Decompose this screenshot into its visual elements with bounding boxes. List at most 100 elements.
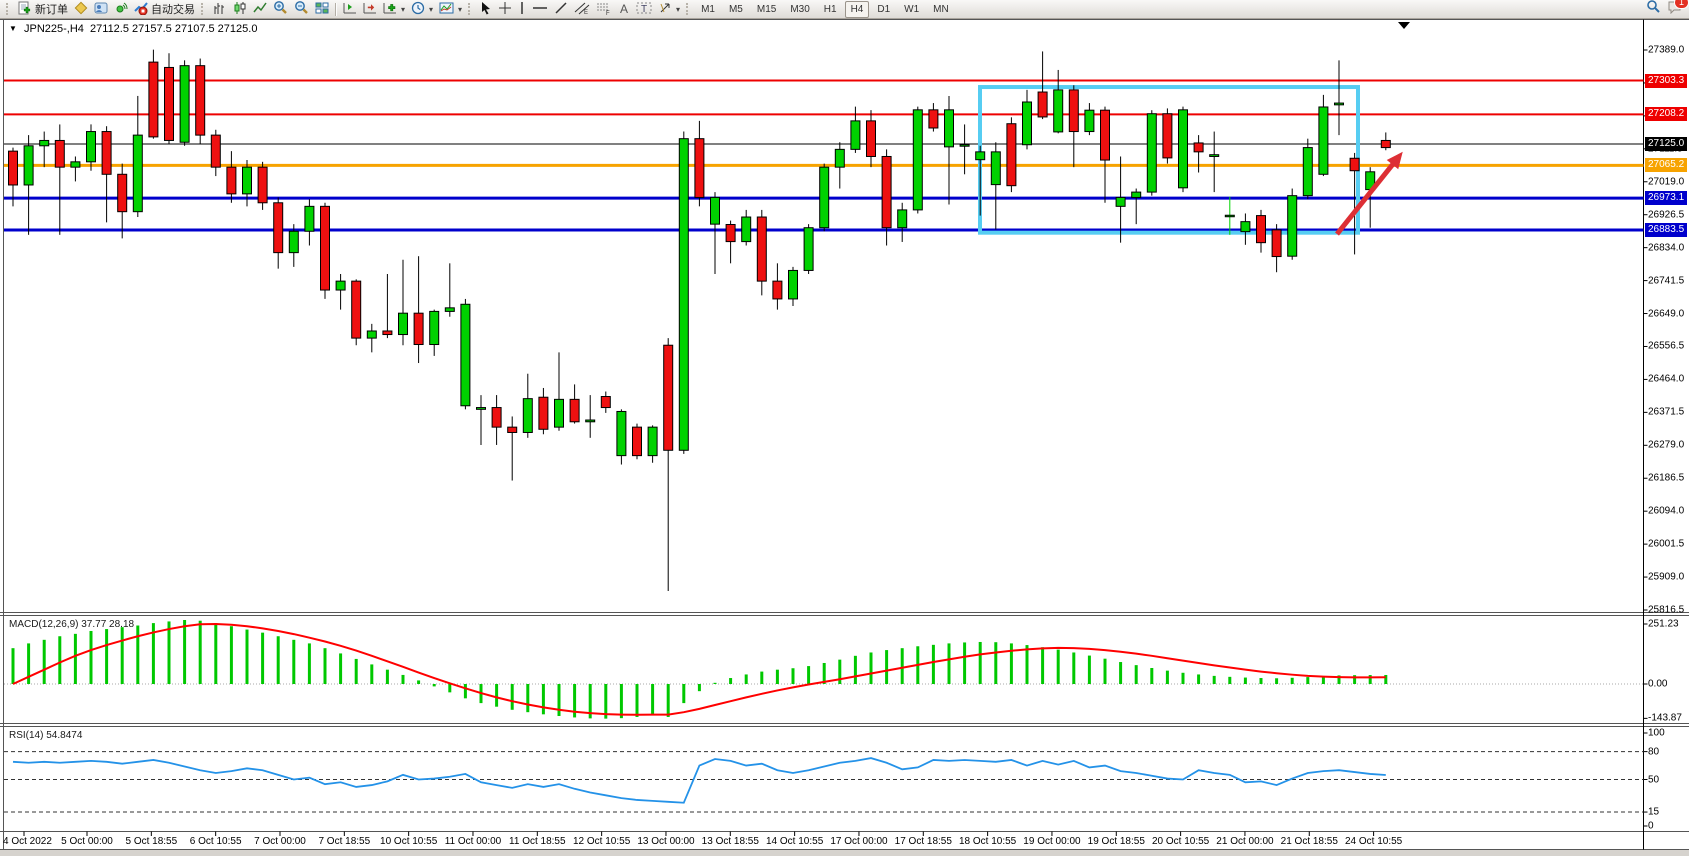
- time-axis-label: 24 Oct 10:55: [1345, 836, 1402, 847]
- candlestick-icon: [233, 1, 247, 18]
- collapse-triangle-icon[interactable]: ▼: [9, 24, 17, 33]
- market-watch-button[interactable]: [71, 1, 91, 18]
- signal-icon: [114, 1, 128, 18]
- auto-scroll-button[interactable]: [340, 1, 360, 18]
- time-axis-label: 18 Oct 10:55: [959, 836, 1016, 847]
- price-tick-label: 26371.5: [1648, 407, 1684, 418]
- price-tick-label: 26186.5: [1648, 473, 1684, 484]
- price-tick-label: 27389.0: [1648, 45, 1684, 56]
- svg-text:F: F: [606, 11, 610, 15]
- dropdown-caret-icon: ▾: [676, 5, 680, 14]
- time-axis-label: 19 Oct 00:00: [1023, 836, 1080, 847]
- time-axis-label: 12 Oct 10:55: [573, 836, 630, 847]
- main-toolbar: 新订单 自动交易: [0, 0, 1689, 19]
- signals-button[interactable]: [111, 1, 131, 18]
- tile-windows-icon: [315, 1, 329, 18]
- vertical-line-tool-button[interactable]: [515, 1, 529, 18]
- trendline-tool-button[interactable]: [551, 1, 571, 18]
- macd-tick-label: 0.00: [1648, 679, 1667, 690]
- add-indicator-icon: [383, 1, 397, 18]
- time-axis-label: 13 Oct 18:55: [702, 836, 759, 847]
- timeframe-button-m5[interactable]: M5: [723, 1, 749, 18]
- auto-trading-icon: [134, 1, 148, 18]
- text-tool-button[interactable]: A: [615, 1, 633, 18]
- timeframe-button-w1[interactable]: W1: [898, 1, 925, 18]
- shapes-arrows-icon: [658, 1, 672, 18]
- time-axis-label: 13 Oct 00:00: [637, 836, 694, 847]
- gold-cube-icon: [74, 1, 88, 18]
- price-tick-label: 26001.5: [1648, 539, 1684, 550]
- timeframe-button-h4[interactable]: H4: [845, 1, 870, 18]
- price-level-badge: 26973.1: [1645, 191, 1687, 205]
- zoom-in-icon: [273, 0, 288, 18]
- chart-plot[interactable]: [4, 20, 1643, 612]
- templates-button[interactable]: ▾: [436, 1, 465, 18]
- crosshair-icon: [498, 1, 512, 18]
- zoom-in-button[interactable]: [270, 1, 291, 18]
- time-axis-label: 7 Oct 00:00: [254, 836, 306, 847]
- window-bottom-strip: [0, 850, 1689, 856]
- candlestick-mode-button[interactable]: [230, 1, 250, 18]
- trendline-icon: [554, 1, 568, 18]
- time-axis-label: 4 Oct 2022: [3, 836, 52, 847]
- zoom-out-button[interactable]: [291, 1, 312, 18]
- profile-icon: [94, 1, 108, 18]
- time-axis-label: 10 Oct 10:55: [380, 836, 437, 847]
- timeframe-button-m30[interactable]: M30: [784, 1, 815, 18]
- notification-badge: 1: [1674, 0, 1689, 9]
- horizontal-line-tool-button[interactable]: [529, 1, 551, 18]
- ohlc-readout: 27112.5 27157.5 27107.5 27125.0: [90, 23, 257, 35]
- notifications-icon[interactable]: 1: [1667, 0, 1682, 19]
- search-icon[interactable]: [1646, 0, 1661, 19]
- toolbar-drag-handle[interactable]: [686, 3, 692, 15]
- bar-chart-mode-button[interactable]: [210, 1, 230, 18]
- auto-trading-label: 自动交易: [151, 1, 195, 17]
- chart-shift-button[interactable]: [360, 1, 380, 18]
- svg-text:A: A: [620, 2, 628, 15]
- timeframe-button-m15[interactable]: M15: [751, 1, 782, 18]
- auto-trading-button[interactable]: 自动交易: [131, 1, 198, 18]
- time-axis-label: 21 Oct 00:00: [1216, 836, 1273, 847]
- price-level-badge: 27065.2: [1645, 158, 1687, 172]
- toolbar-drag-handle[interactable]: [468, 3, 474, 15]
- timeframe-button-mn[interactable]: MN: [927, 1, 955, 18]
- timeframe-button-h1[interactable]: H1: [818, 1, 843, 18]
- chart-window-title: ▼ JPN225-,H4 27112.5 27157.5 27107.5 271…: [9, 23, 257, 35]
- toolbar-drag-handle[interactable]: [201, 3, 207, 15]
- timeframe-button-m1[interactable]: M1: [695, 1, 721, 18]
- timeframe-button-d1[interactable]: D1: [871, 1, 896, 18]
- fibonacci-icon: F: [596, 1, 612, 18]
- new-order-button[interactable]: 新订单: [15, 1, 71, 18]
- text-label-tool-button[interactable]: T: [633, 1, 655, 18]
- time-axis-label: 20 Oct 10:55: [1152, 836, 1209, 847]
- price-tick-label: 25816.5: [1648, 605, 1684, 616]
- horizontal-line-icon: [532, 1, 548, 18]
- rsi-tick-label: 100: [1648, 728, 1665, 739]
- toolbar-separator: [335, 3, 337, 16]
- profile-button[interactable]: [91, 1, 111, 18]
- time-axis-label: 5 Oct 18:55: [125, 836, 177, 847]
- periods-button[interactable]: ▾: [408, 1, 436, 18]
- line-chart-mode-button[interactable]: [250, 1, 270, 18]
- price-tick-label: 26464.0: [1648, 374, 1684, 385]
- shapes-tool-button[interactable]: ▾: [655, 1, 683, 18]
- crosshair-tool-button[interactable]: [495, 1, 515, 18]
- indicators-button[interactable]: ▾: [380, 1, 408, 18]
- symbol-period-label: JPN225-,H4: [24, 23, 84, 35]
- price-level-badge: 26883.5: [1645, 223, 1687, 237]
- template-icon: [439, 1, 454, 18]
- fibonacci-tool-button[interactable]: F: [593, 1, 615, 18]
- cursor-tool-button[interactable]: [477, 1, 495, 18]
- time-axis-label: 11 Oct 00:00: [445, 836, 502, 847]
- equidistant-channel-tool-button[interactable]: E: [571, 1, 593, 18]
- rsi-tick-label: 50: [1648, 774, 1659, 785]
- chart-shift-icon: [363, 1, 377, 18]
- rsi-indicator-label: RSI(14) 54.8474: [9, 730, 82, 741]
- tile-windows-button[interactable]: [312, 1, 332, 18]
- new-order-label: 新订单: [35, 1, 68, 17]
- macd-tick-label: -143.87: [1648, 713, 1682, 724]
- price-level-badge: 27208.2: [1645, 107, 1687, 121]
- rsi-tick-label: 15: [1648, 807, 1659, 818]
- toolbar-drag-handle[interactable]: [6, 3, 12, 15]
- price-tick-label: 26926.5: [1648, 209, 1684, 220]
